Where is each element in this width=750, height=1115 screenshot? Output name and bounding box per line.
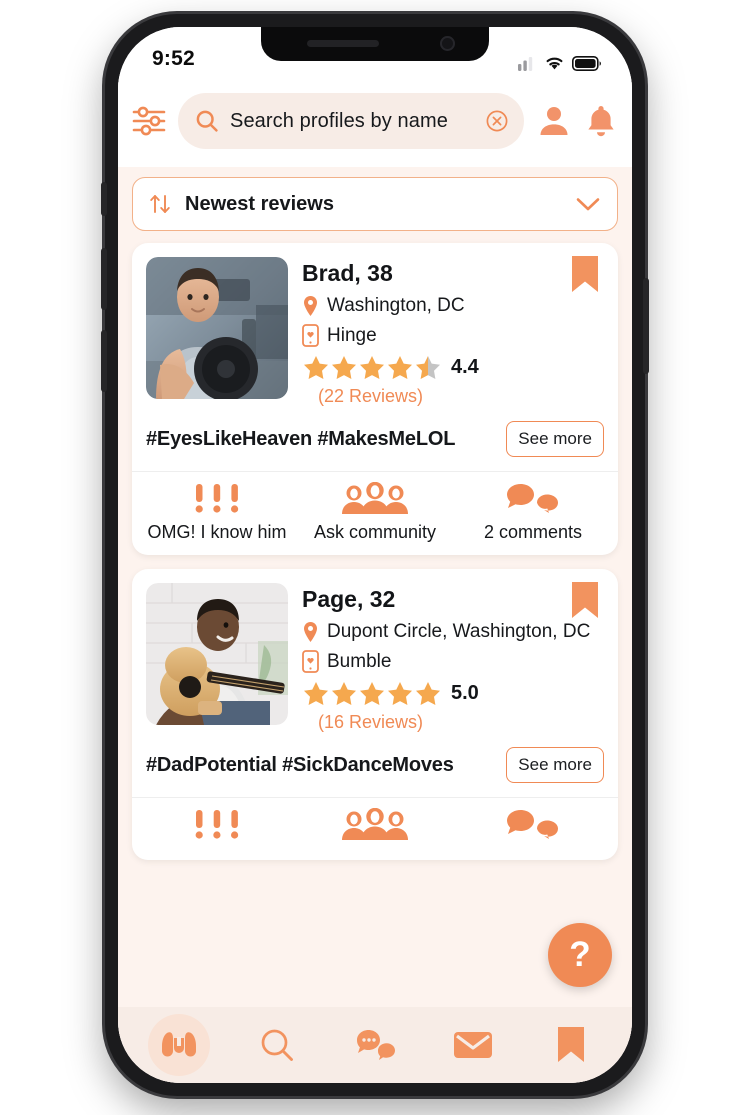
- screenshot-root: 9:52 Search profiles by name Newest revi…: [0, 0, 750, 1115]
- action-label: 2 comments: [483, 522, 583, 542]
- bookmark-icon: [556, 1026, 586, 1064]
- action-comments[interactable]: [454, 808, 612, 848]
- action-omg-know-him[interactable]: OMG! I know him: [138, 482, 296, 543]
- dating-app-phone-icon: [302, 650, 319, 673]
- profile-tags: #EyesLikeHeaven #MakesMeLOL: [146, 427, 456, 450]
- nav-item-chat[interactable]: [344, 1014, 406, 1076]
- signal-bars-icon: [517, 55, 537, 71]
- rating-value: 4.4: [451, 356, 479, 378]
- envelope-icon: [453, 1030, 493, 1060]
- chat-bubbles-icon: [355, 1028, 395, 1062]
- action-ask-community[interactable]: Ask community: [296, 482, 454, 543]
- profile-photo[interactable]: [146, 257, 288, 399]
- status-indicators: [517, 55, 602, 71]
- see-more-button[interactable]: See more: [506, 747, 604, 783]
- tag-row: #DadPotential #SickDanceMoves See more: [132, 737, 618, 797]
- location-text: Dupont Circle, Washington, DC: [327, 621, 591, 642]
- phone-screen: 9:52 Search profiles by name Newest revi…: [118, 27, 632, 1083]
- power-button[interactable]: [643, 278, 649, 374]
- mute-switch[interactable]: [101, 182, 107, 216]
- person-icon[interactable]: [536, 103, 572, 139]
- status-bar: 9:52: [118, 27, 632, 77]
- app-header: Search profiles by name: [118, 77, 632, 167]
- star-rating: [302, 680, 442, 707]
- profile-app: Hinge: [302, 324, 604, 347]
- profile-app: Bumble: [302, 650, 604, 673]
- action-comments[interactable]: 2 comments: [454, 482, 612, 543]
- exclamation-marks-icon: [191, 808, 243, 842]
- profile-location: Washington, DC: [302, 295, 604, 317]
- profile-info: Page, 32 Dupont Circle, Washington, DC B…: [302, 583, 604, 733]
- sort-section: Newest reviews: [118, 167, 632, 231]
- sort-label: Newest reviews: [185, 192, 334, 215]
- question-mark-icon: ?: [569, 935, 591, 974]
- community-group-icon: [341, 482, 409, 516]
- community-group-icon: [341, 808, 409, 842]
- action-label: OMG! I know him: [147, 522, 287, 542]
- search-bar[interactable]: Search profiles by name: [178, 93, 524, 149]
- battery-icon: [572, 55, 602, 71]
- profile-location: Dupont Circle, Washington, DC: [302, 621, 604, 643]
- action-omg-know-him[interactable]: [138, 808, 296, 848]
- rating-row: 5.0: [302, 680, 604, 707]
- app-name: Hinge: [327, 324, 377, 346]
- profile-name: Page, 32: [302, 586, 396, 612]
- see-more-button[interactable]: See more: [506, 421, 604, 457]
- nav-item-discover[interactable]: [148, 1014, 210, 1076]
- card-header: Page, 32 Dupont Circle, Washington, DC B…: [132, 569, 618, 737]
- card-actions: [132, 797, 618, 860]
- review-count[interactable]: (16 Reviews): [302, 712, 604, 733]
- search-icon: [259, 1027, 295, 1063]
- map-pin-icon: [302, 621, 319, 643]
- app-screen: Search profiles by name Newest reviews B…: [118, 77, 632, 1083]
- wifi-icon: [544, 55, 565, 71]
- review-count[interactable]: (22 Reviews): [302, 386, 604, 407]
- card-header: Brad, 38 Washington, DC Hinge 4.4 (22 Re…: [132, 243, 618, 411]
- volume-up-button[interactable]: [101, 248, 107, 310]
- rating-value: 5.0: [451, 682, 479, 704]
- filter-sliders-icon[interactable]: [132, 106, 166, 136]
- search-input[interactable]: Search profiles by name: [230, 110, 474, 133]
- profile-info: Brad, 38 Washington, DC Hinge 4.4 (22 Re…: [302, 257, 604, 407]
- action-label: Ask community: [313, 522, 437, 542]
- binoculars-icon: [159, 1028, 199, 1062]
- exclamation-marks-icon: [191, 482, 243, 516]
- sort-dropdown[interactable]: Newest reviews: [132, 177, 618, 231]
- action-ask-community[interactable]: [296, 808, 454, 848]
- app-name: Bumble: [327, 650, 392, 672]
- location-text: Washington, DC: [327, 295, 465, 316]
- bookmark-icon[interactable]: [570, 255, 600, 295]
- profile-card[interactable]: Page, 32 Dupont Circle, Washington, DC B…: [132, 569, 618, 860]
- volume-down-button[interactable]: [101, 330, 107, 392]
- dating-app-phone-icon: [302, 324, 319, 347]
- profile-photo[interactable]: [146, 583, 288, 725]
- comments-bubbles-icon: [504, 808, 562, 842]
- search-icon: [195, 109, 219, 133]
- nav-item-bookmarks[interactable]: [540, 1014, 602, 1076]
- status-clock: 9:52: [152, 47, 195, 70]
- star-rating: [302, 354, 442, 381]
- nav-item-search[interactable]: [246, 1014, 308, 1076]
- sort-arrows-icon: [148, 191, 172, 217]
- front-camera: [440, 36, 455, 51]
- tag-row: #EyesLikeHeaven #MakesMeLOL See more: [132, 411, 618, 471]
- bookmark-icon[interactable]: [570, 581, 600, 621]
- profile-card[interactable]: Brad, 38 Washington, DC Hinge 4.4 (22 Re…: [132, 243, 618, 555]
- comments-bubbles-icon: [504, 482, 562, 516]
- bell-icon[interactable]: [584, 103, 618, 139]
- help-fab-button[interactable]: ?: [548, 923, 612, 987]
- map-pin-icon: [302, 295, 319, 317]
- clear-circle-icon[interactable]: [485, 109, 509, 133]
- nav-item-mail[interactable]: [442, 1014, 504, 1076]
- chevron-down-icon[interactable]: [575, 195, 601, 213]
- notch: [261, 27, 489, 61]
- card-actions: OMG! I know him Ask community 2 comments: [132, 471, 618, 555]
- bottom-navigation: [118, 1007, 632, 1083]
- earpiece-speaker: [307, 40, 379, 47]
- profile-tags: #DadPotential #SickDanceMoves: [146, 753, 454, 776]
- profile-name: Brad, 38: [302, 260, 393, 286]
- rating-row: 4.4: [302, 354, 604, 381]
